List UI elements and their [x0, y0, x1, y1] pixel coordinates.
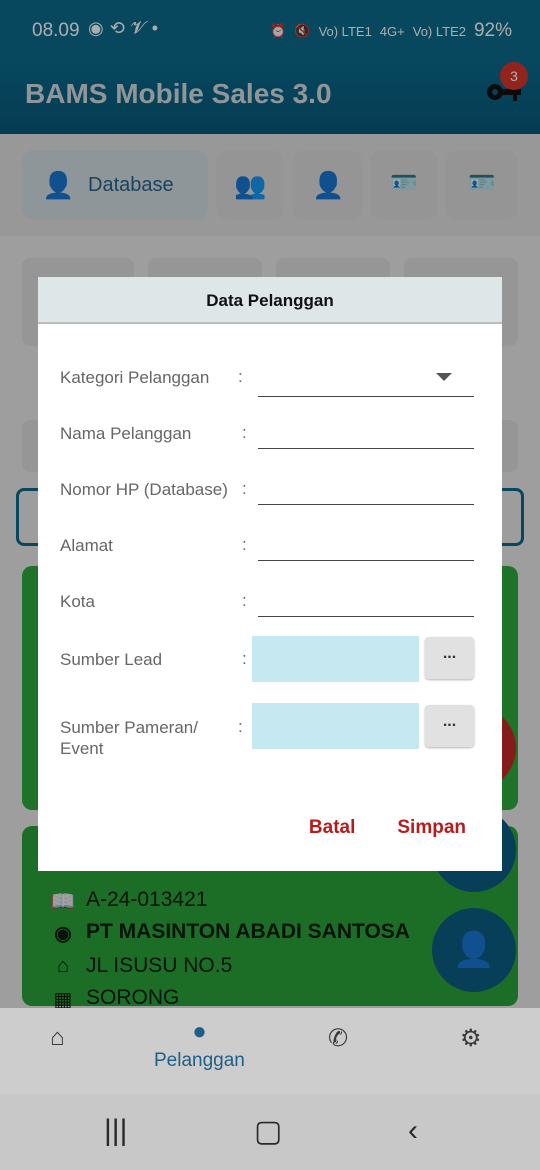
sumber-lead-value[interactable] — [252, 636, 419, 682]
alamat-label: Alamat — [60, 536, 113, 555]
sumber-pameran-value[interactable] — [252, 703, 419, 749]
sumber-pameran-colon: : — [238, 717, 243, 736]
nav-phone[interactable]: ✆ — [328, 1024, 348, 1053]
bottom-navigation: ⌂ ● Pelanggan ✆ ⚙ — [0, 1008, 540, 1094]
nomor-hp-input[interactable] — [258, 477, 474, 505]
sumber-pameran-more-button[interactable]: ... — [425, 705, 474, 747]
sumber-pameran-label: Sumber Pameran/ Event — [60, 718, 198, 758]
settings-icon: ⚙ — [460, 1025, 482, 1052]
back-icon[interactable]: ‹ — [408, 1114, 418, 1148]
nav-home[interactable]: ⌂ — [50, 1024, 65, 1052]
system-navigation: ||| ▢ ‹ — [0, 1094, 540, 1170]
simpan-button[interactable]: Simpan — [397, 817, 466, 839]
alamat-input[interactable] — [258, 533, 474, 561]
nav-settings[interactable]: ⚙ — [460, 1024, 482, 1053]
sumber-lead-colon: : — [242, 649, 247, 668]
kategori-colon: : — [238, 367, 243, 386]
kota-input[interactable] — [258, 589, 474, 617]
person-icon: ● — [192, 1018, 207, 1045]
nama-input[interactable] — [258, 421, 474, 449]
kategori-label: Kategori Pelanggan — [60, 368, 210, 387]
nomor-hp-colon: : — [242, 479, 247, 498]
nav-pelanggan-label: Pelanggan — [154, 1050, 245, 1071]
nomor-hp-label: Nomor HP (Database) — [60, 480, 228, 499]
batal-button[interactable]: Batal — [309, 817, 355, 839]
data-pelanggan-dialog: Data Pelanggan Kategori Pelanggan : Nama… — [38, 277, 502, 871]
nama-colon: : — [242, 423, 247, 442]
phone-icon: ✆ — [328, 1025, 349, 1052]
chevron-down-icon[interactable] — [436, 373, 452, 381]
sumber-lead-label: Sumber Lead — [60, 650, 163, 669]
nama-label: Nama Pelanggan — [60, 424, 192, 443]
recent-apps-icon[interactable]: ||| — [104, 1114, 127, 1148]
dialog-actions: Batal Simpan — [309, 817, 466, 839]
kota-colon: : — [242, 591, 247, 610]
dialog-title: Data Pelanggan — [38, 277, 502, 324]
home-icon: ⌂ — [50, 1024, 65, 1051]
home-circle-icon[interactable]: ▢ — [254, 1114, 282, 1149]
kota-label: Kota — [60, 592, 95, 611]
nav-pelanggan[interactable]: ● Pelanggan — [154, 1018, 245, 1072]
alamat-colon: : — [242, 535, 247, 554]
sumber-lead-more-button[interactable]: ... — [425, 637, 474, 679]
